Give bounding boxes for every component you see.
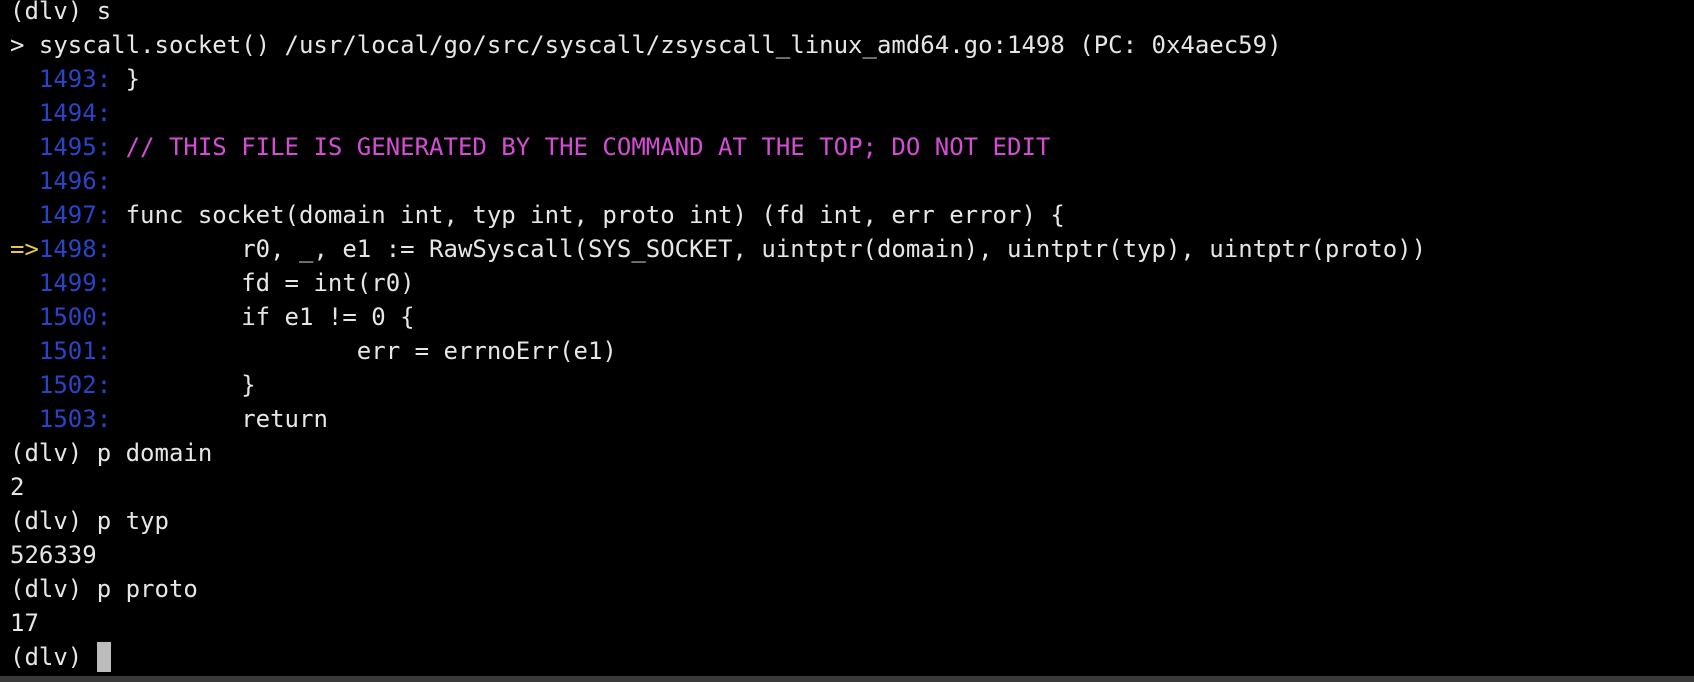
output-line: (dlv) p domain (10, 436, 1694, 470)
output-line: 17 (10, 606, 1694, 640)
line-number: 1495: (38, 133, 112, 161)
line-number: 1499: (38, 269, 112, 297)
text-cursor (96, 642, 111, 672)
output-line: > syscall.socket() /usr/local/go/src/sys… (10, 28, 1694, 62)
source-line: 1493: } (10, 62, 1694, 96)
line-marker (10, 337, 39, 365)
line-number: 1503: (38, 405, 112, 433)
source-code: err = errnoErr(e1) (111, 337, 617, 365)
source-line: 1500: if e1 != 0 { (10, 300, 1694, 334)
source-code: } (111, 65, 141, 93)
source-code: } (111, 371, 256, 399)
line-marker (10, 405, 39, 433)
output-text: (dlv) p domain (10, 439, 213, 467)
line-number: 1498: (38, 235, 112, 263)
prompt-line[interactable]: (dlv) (10, 640, 1694, 674)
source-comment: // THIS FILE IS GENERATED BY THE COMMAND… (111, 133, 1051, 161)
current-line-arrow: => (10, 235, 39, 263)
source-line: 1501: err = errnoErr(e1) (10, 334, 1694, 368)
line-number: 1496: (38, 167, 112, 195)
window-bottom-border (0, 676, 1694, 682)
output-text: > syscall.socket() /usr/local/go/src/sys… (10, 31, 1282, 59)
line-marker (10, 65, 39, 93)
terminal-window[interactable]: (dlv) s > syscall.socket() /usr/local/go/… (0, 0, 1694, 676)
source-line: 1494: (10, 96, 1694, 130)
output-line: (dlv) p proto (10, 572, 1694, 606)
output-text: (dlv) p proto (10, 575, 198, 603)
output-text: 2 (10, 473, 25, 501)
source-code: if e1 != 0 { (111, 303, 415, 331)
output-line: (dlv) s (10, 0, 1694, 28)
source-line: 1495: // THIS FILE IS GENERATED BY THE C… (10, 130, 1694, 164)
source-line: 1502: } (10, 368, 1694, 402)
output-text: (dlv) p typ (10, 507, 169, 535)
source-code: func socket(domain int, typ int, proto i… (111, 201, 1065, 229)
current-source-line: =>1498: r0, _, e1 := RawSyscall(SYS_SOCK… (10, 232, 1694, 266)
line-number: 1501: (38, 337, 112, 365)
source-line: 1499: fd = int(r0) (10, 266, 1694, 300)
source-code: return (111, 405, 328, 433)
line-number: 1502: (38, 371, 112, 399)
source-line: 1503: return (10, 402, 1694, 436)
line-marker (10, 303, 39, 331)
line-number: 1493: (38, 65, 112, 93)
output-line: 526339 (10, 538, 1694, 572)
output-line: (dlv) p typ (10, 504, 1694, 538)
prompt-text: (dlv) (10, 643, 97, 671)
source-line: 1497: func socket(domain int, typ int, p… (10, 198, 1694, 232)
line-marker (10, 201, 39, 229)
line-marker (10, 371, 39, 399)
source-line: 1496: (10, 164, 1694, 198)
line-marker (10, 269, 39, 297)
line-number: 1500: (38, 303, 112, 331)
output-line: 2 (10, 470, 1694, 504)
line-number: 1494: (38, 99, 112, 127)
output-text: 17 (10, 609, 39, 637)
line-number: 1497: (38, 201, 112, 229)
output-text: (dlv) s (10, 0, 112, 25)
line-marker (10, 99, 39, 127)
line-marker (10, 133, 39, 161)
source-code: fd = int(r0) (111, 269, 415, 297)
line-marker (10, 167, 39, 195)
terminal-output: (dlv) s > syscall.socket() /usr/local/go/… (10, 0, 1694, 640)
output-text: 526339 (10, 541, 97, 569)
source-code: r0, _, e1 := RawSyscall(SYS_SOCKET, uint… (111, 235, 1427, 263)
